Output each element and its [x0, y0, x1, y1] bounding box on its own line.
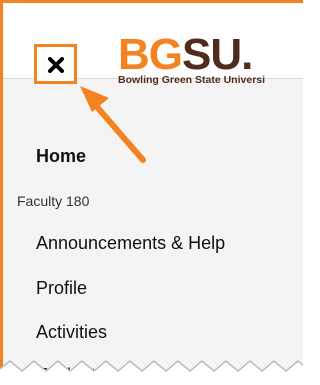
nav-item-announcements-help[interactable]: Announcements & Help	[36, 233, 225, 254]
nav-item-profile[interactable]: Profile	[36, 278, 87, 299]
close-icon	[48, 57, 64, 73]
nav-item-activities[interactable]: Activities	[36, 322, 107, 343]
nav-item-home[interactable]: Home	[36, 146, 86, 167]
logo-subtitle: Bowling Green State Universi	[118, 74, 266, 86]
logo-mark: BGSU.	[118, 30, 253, 79]
sidebar-panel: BGSU. Bowling Green State Universi Home …	[0, 0, 303, 382]
sidebar-header: BGSU. Bowling Green State Universi	[3, 3, 303, 86]
section-label-faculty-180: Faculty 180	[17, 193, 90, 209]
close-button[interactable]	[34, 44, 77, 84]
torn-edge	[0, 360, 303, 385]
bgsu-logo[interactable]: BGSU. Bowling Green State Universi	[118, 30, 266, 87]
